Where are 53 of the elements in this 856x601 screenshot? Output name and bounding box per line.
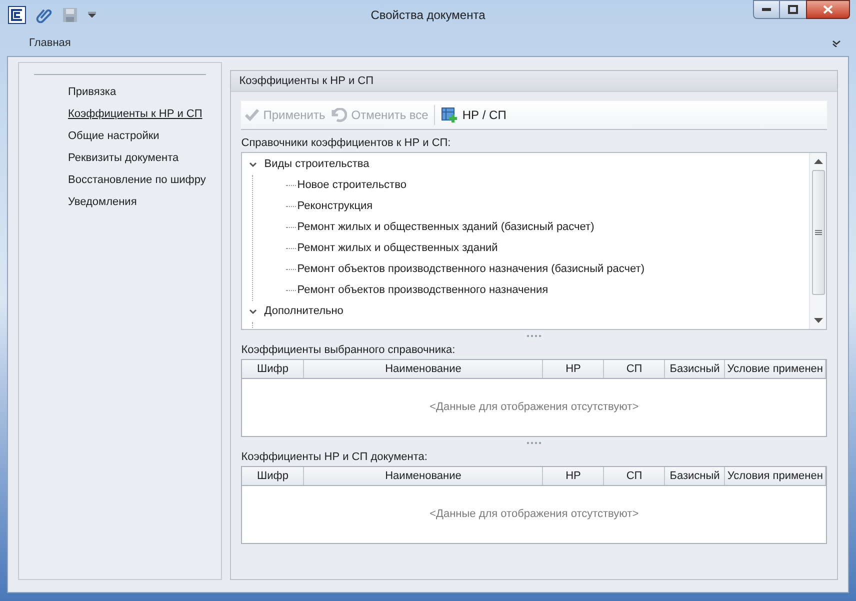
grip-lines-icon xyxy=(814,230,822,235)
column-header[interactable]: СП xyxy=(604,360,666,378)
ribbon-collapse-icon[interactable] xyxy=(832,40,841,46)
column-header[interactable]: Базисный xyxy=(665,360,726,378)
undo-arrow-icon xyxy=(331,108,348,122)
column-header[interactable]: НР xyxy=(543,467,604,485)
sidebar-link[interactable]: Привязка xyxy=(68,84,116,100)
ribbon-tab[interactable]: Главная xyxy=(29,34,71,52)
collapse-chevron-icon[interactable] xyxy=(249,162,258,168)
column-header[interactable]: Шифр xyxy=(242,360,304,378)
minimize-icon xyxy=(762,8,771,11)
column-header[interactable]: Шифр xyxy=(242,467,304,485)
sidebar-link[interactable]: Восстановление по шифру xyxy=(68,172,206,188)
table-add-icon xyxy=(441,106,458,124)
tree-item[interactable]: Ремонт объектов производственного назначения (базисный расчет) xyxy=(297,261,644,278)
tree-item[interactable]: Новое строительство xyxy=(297,177,406,194)
column-header[interactable]: Базисный xyxy=(665,467,726,485)
scrollbar[interactable] xyxy=(809,153,826,329)
sidebar-link[interactable]: Общие настройки xyxy=(68,128,160,144)
paperclip-icon[interactable] xyxy=(36,7,52,23)
section-label: Коэффициенты НР и СП документа: xyxy=(241,450,428,465)
tree-item[interactable]: Ремонт жилых и общественных зданий xyxy=(297,240,498,257)
maximize-button[interactable] xyxy=(780,0,806,19)
sidebar-link[interactable]: Уведомления xyxy=(68,194,137,210)
collapse-chevron-icon[interactable] xyxy=(249,308,258,314)
app-logo-icon[interactable] xyxy=(8,6,26,24)
window-title: Свойства документа xyxy=(370,7,486,24)
section-label: Коэффициенты выбранного справочника: xyxy=(241,343,456,358)
close-icon xyxy=(823,5,833,14)
checkmark-icon xyxy=(245,109,260,121)
empty-grid-message: <Данные для отображения отсутствуют> xyxy=(430,400,639,416)
column-header[interactable]: СП xyxy=(604,467,666,485)
toolbar-button[interactable]: НР / СП xyxy=(441,104,506,126)
column-header[interactable]: Наименование xyxy=(304,467,544,485)
tree-item[interactable]: Ремонт жилых и общественных зданий (базисный расчет) xyxy=(297,219,594,236)
panel-title: Коэффициенты к НР и СП xyxy=(239,74,374,89)
tree-item[interactable]: Виды строительства xyxy=(264,156,370,173)
empty-grid-message: <Данные для отображения отсутствуют> xyxy=(430,507,639,522)
tree-item[interactable]: Ремонт объектов производственного назначения xyxy=(297,282,548,299)
minimize-button[interactable] xyxy=(753,0,780,19)
restore-icon xyxy=(788,5,798,14)
close-button[interactable] xyxy=(806,0,850,19)
column-header[interactable]: Наименование xyxy=(304,360,544,378)
sidebar-link[interactable]: Реквизиты документа xyxy=(68,150,179,166)
section-label: Справочники коэффициентов к НР и СП: xyxy=(241,136,452,151)
sidebar-link[interactable]: Коэффициенты к НР и СП xyxy=(68,106,202,122)
column-header[interactable]: Условие применен xyxy=(725,360,826,378)
tree-item[interactable]: Дополнительно xyxy=(264,303,344,320)
tree-item[interactable]: Реконструкция xyxy=(297,198,373,215)
column-header[interactable]: Условия применен xyxy=(725,467,826,485)
column-header[interactable]: НР xyxy=(543,360,604,378)
dropdown-caret-icon[interactable] xyxy=(88,12,96,18)
scroll-thumb[interactable] xyxy=(812,170,824,295)
